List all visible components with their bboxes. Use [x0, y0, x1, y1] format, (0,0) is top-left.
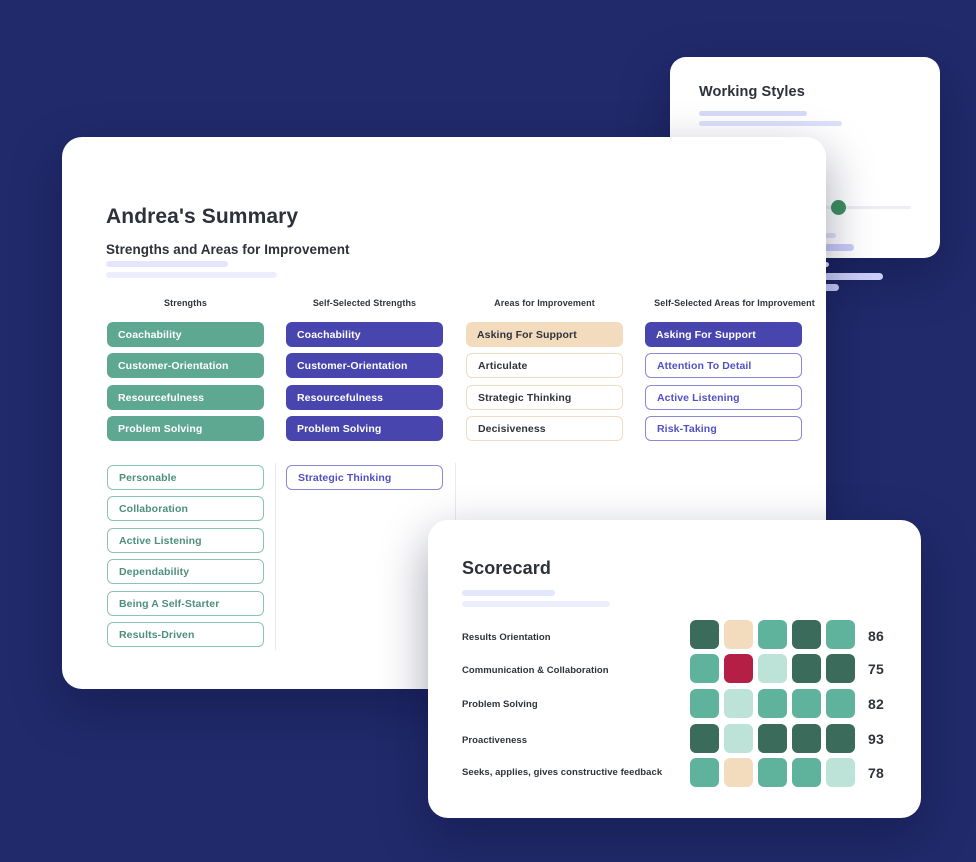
chip-strength-4[interactable]: Problem Solving	[107, 416, 264, 441]
heatmap-cell-r3c5	[826, 689, 855, 718]
scorecard-row-label-3: Problem Solving	[462, 699, 538, 710]
chip-extra-strength-5[interactable]: Being A Self-Starter	[107, 591, 264, 616]
scorecard-placeholder-line-2	[462, 601, 610, 607]
column-header-strengths: Strengths	[164, 298, 207, 308]
scorecard-card: Scorecard Results Orientation Communicat…	[428, 520, 921, 818]
heatmap-cell-r3c3	[758, 689, 787, 718]
heatmap-cell-r1c4	[792, 620, 821, 649]
page-subtitle: Strengths and Areas for Improvement	[106, 242, 350, 257]
heatmap-cell-r3c4	[792, 689, 821, 718]
column-header-self-areas: Self-Selected Areas for Improvement	[654, 298, 815, 308]
working-styles-placeholder-line-1	[699, 111, 807, 116]
heatmap-cell-r4c3	[758, 724, 787, 753]
summary-placeholder-line-2	[106, 272, 277, 278]
heatmap-cell-r3c1	[690, 689, 719, 718]
scorecard-row-label-5: Seeks, applies, gives constructive feedb…	[462, 767, 663, 778]
column-header-areas: Areas for Improvement	[494, 298, 595, 308]
chip-self-strength-4[interactable]: Problem Solving	[286, 416, 443, 441]
heatmap-score-5: 78	[868, 765, 884, 781]
app-canvas: Working Styles Andrea's Summary Strength…	[0, 0, 976, 862]
chip-self-strength-3[interactable]: Resourcefulness	[286, 385, 443, 410]
chip-self-area-4[interactable]: Risk-Taking	[645, 416, 802, 441]
chip-area-1[interactable]: Asking For Support	[466, 322, 623, 347]
heatmap-cell-r4c2	[724, 724, 753, 753]
working-styles-title: Working Styles	[699, 84, 805, 100]
scorecard-row-label-2: Communication & Collaboration	[462, 665, 609, 676]
scorecard-title: Scorecard	[462, 558, 551, 578]
scorecard-row-label-4: Proactiveness	[462, 735, 528, 746]
heatmap-cell-r2c3	[758, 654, 787, 683]
heatmap-cell-r1c5	[826, 620, 855, 649]
chip-area-4[interactable]: Decisiveness	[466, 416, 623, 441]
heatmap-score-3: 82	[868, 696, 884, 712]
heatmap-cell-r5c4	[792, 758, 821, 787]
page-title: Andrea's Summary	[106, 205, 299, 228]
chip-extra-strength-3[interactable]: Active Listening	[107, 528, 264, 553]
chip-area-2[interactable]: Articulate	[466, 353, 623, 378]
column-header-self-strengths: Self-Selected Strengths	[312, 298, 417, 308]
chip-self-strength-1[interactable]: Coachability	[286, 322, 443, 347]
heatmap-cell-r1c3	[758, 620, 787, 649]
heatmap-score-4: 93	[868, 731, 884, 747]
heatmap-cell-r1c1	[690, 620, 719, 649]
heatmap-cell-r2c2	[724, 654, 753, 683]
chip-self-area-2[interactable]: Attention To Detail	[645, 353, 802, 378]
heatmap-score-1: 86	[868, 628, 884, 644]
heatmap-cell-r2c4	[792, 654, 821, 683]
chip-extra-self-strength-1[interactable]: Strategic Thinking	[286, 465, 443, 490]
working-styles-marker-team[interactable]	[831, 200, 846, 215]
chip-self-area-3[interactable]: Active Listening	[645, 385, 802, 410]
chip-extra-strength-2[interactable]: Collaboration	[107, 496, 264, 521]
chip-extra-strength-4[interactable]: Dependability	[107, 559, 264, 584]
chip-strength-2[interactable]: Customer-Orientation	[107, 353, 264, 378]
chip-extra-strength-1[interactable]: Personable	[107, 465, 264, 490]
heatmap-cell-r3c2	[724, 689, 753, 718]
scorecard-placeholder-line-1	[462, 590, 555, 596]
heatmap-cell-r2c1	[690, 654, 719, 683]
heatmap-cell-r5c3	[758, 758, 787, 787]
working-styles-placeholder-line-2	[699, 121, 842, 126]
chip-area-3[interactable]: Strategic Thinking	[466, 385, 623, 410]
heatmap-cell-r5c2	[724, 758, 753, 787]
heatmap-cell-r4c1	[690, 724, 719, 753]
heatmap-cell-r5c1	[690, 758, 719, 787]
chip-strength-1[interactable]: Coachability	[107, 322, 264, 347]
heatmap-cell-r4c4	[792, 724, 821, 753]
scorecard-row-label-1: Results Orientation	[462, 632, 551, 643]
column-divider-1	[275, 463, 276, 650]
chip-strength-3[interactable]: Resourcefulness	[107, 385, 264, 410]
chip-self-area-1[interactable]: Asking For Support	[645, 322, 802, 347]
heatmap-score-2: 75	[868, 661, 884, 677]
chip-self-strength-2[interactable]: Customer-Orientation	[286, 353, 443, 378]
summary-placeholder-line-1	[106, 261, 228, 267]
heatmap-cell-r1c2	[724, 620, 753, 649]
heatmap-cell-r5c5	[826, 758, 855, 787]
heatmap-cell-r4c5	[826, 724, 855, 753]
chip-extra-strength-6[interactable]: Results-Driven	[107, 622, 264, 647]
heatmap-cell-r2c5	[826, 654, 855, 683]
